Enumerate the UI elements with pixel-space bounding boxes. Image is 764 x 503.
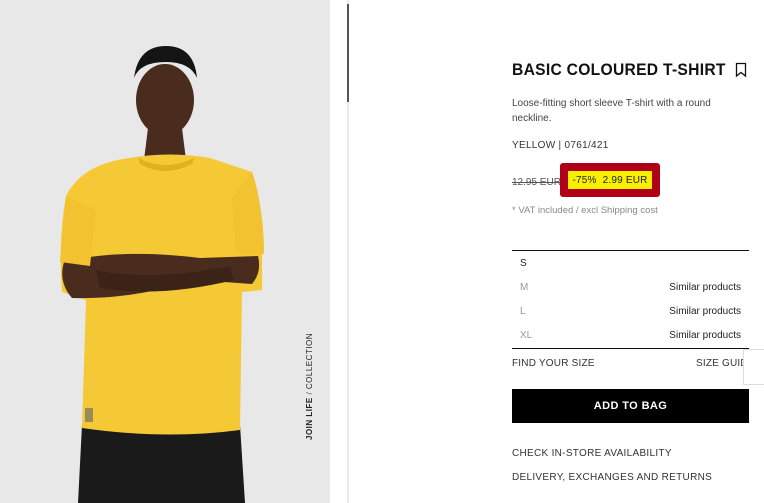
product-title: BASIC COLOURED T-SHIRT [512,60,726,79]
size-list-divider-bottom [512,348,749,349]
size-option-l[interactable]: L Similar products [512,299,749,323]
size-option-s[interactable]: S [512,251,749,275]
side-widget-tab[interactable] [743,349,764,385]
vat-note: * VAT included / excl Shipping cost [512,205,658,216]
bookmark-icon[interactable] [735,62,747,78]
model-illustration [0,0,330,503]
size-option-xl[interactable]: XL Similar products [512,323,749,347]
scrollbar-thumb[interactable] [347,4,349,102]
product-photo[interactable]: JOIN LIFE / COLLECTION [0,0,330,503]
size-label: M [520,282,529,293]
old-price: 12.95 EUR [512,177,561,188]
sale-price-highlight: -75% 2.99 EUR [560,163,660,197]
similar-products-link[interactable]: Similar products [669,330,741,341]
size-label: S [520,258,527,269]
size-guide-link[interactable]: SIZE GUIDE [696,358,744,369]
collection-label-bold: JOIN LIFE [305,397,314,440]
delivery-returns-link[interactable]: DELIVERY, EXCHANGES AND RETURNS [512,472,712,483]
find-your-size-link[interactable]: FIND YOUR SIZE [512,358,595,369]
collection-label: JOIN LIFE / COLLECTION [305,333,314,440]
size-list: S M Similar products L Similar products … [512,251,749,347]
size-label: L [520,306,526,317]
size-option-m[interactable]: M Similar products [512,275,749,299]
product-info: BASIC COLOURED T-SHIRT Loose-fitting sho… [512,0,764,503]
sale-price-box: -75% 2.99 EUR [568,171,652,189]
product-description: Loose-fitting short sleeve T-shirt with … [512,98,711,124]
add-to-bag-button[interactable]: ADD TO BAG [512,389,749,423]
check-store-availability-link[interactable]: CHECK IN-STORE AVAILABILITY [512,448,672,459]
sale-price: 2.99 EUR [602,174,648,186]
similar-products-link[interactable]: Similar products [669,306,741,317]
collection-label-sep: / [305,389,314,398]
collection-label-rest: COLLECTION [305,332,314,390]
size-label: XL [520,330,533,341]
discount-percent: -75% [572,174,597,186]
similar-products-link[interactable]: Similar products [669,282,741,293]
color-reference: YELLOW | 0761/421 [512,140,609,151]
